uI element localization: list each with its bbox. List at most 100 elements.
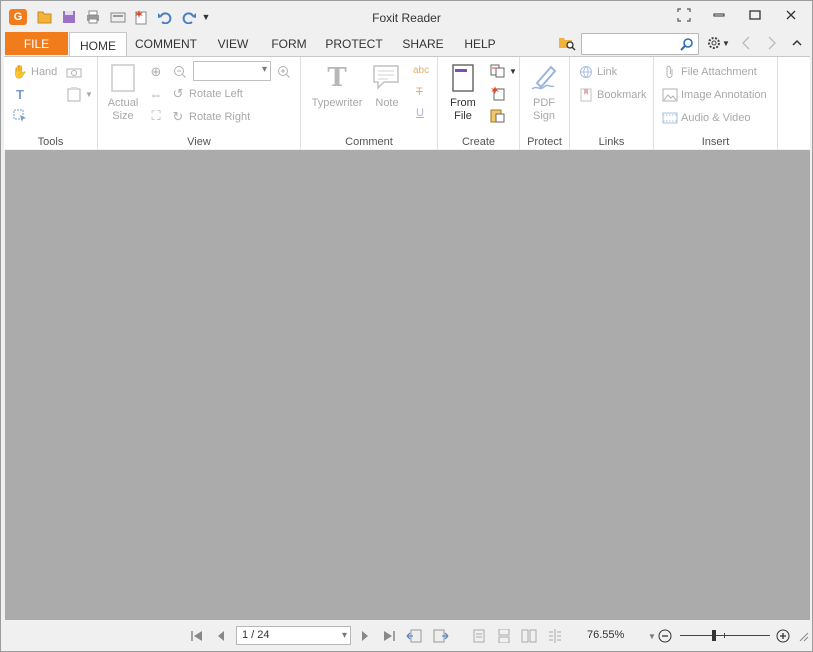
foxit-app-icon[interactable]: G — [9, 9, 27, 25]
tab-protect[interactable]: PROTECT — [321, 32, 387, 56]
search-icon[interactable] — [679, 36, 695, 52]
fit-page-button[interactable]: ⊕ — [148, 64, 167, 80]
last-page-icon[interactable] — [381, 628, 397, 644]
collapse-ribbon-icon[interactable] — [788, 35, 806, 51]
select-text-icon: T — [16, 86, 24, 102]
fullscreen-icon[interactable] — [671, 5, 697, 25]
settings-dropdown-icon[interactable]: ▼ — [721, 35, 731, 51]
group-tools-label: Tools — [37, 136, 64, 148]
next-page-icon[interactable] — [357, 628, 373, 644]
strikeout-button[interactable]: T — [416, 86, 423, 98]
fit-page-icon: ⊕ — [150, 64, 162, 79]
hand-icon: ✋ — [11, 64, 29, 79]
previous-view-icon[interactable] — [737, 35, 755, 51]
zoom-in-status-icon[interactable] — [775, 628, 791, 644]
first-page-icon[interactable] — [189, 628, 205, 644]
link-button[interactable]: Link — [578, 64, 617, 80]
convert-button[interactable]: ▼ — [490, 63, 517, 79]
rotate-left-button[interactable]: ↺ Rotate Left — [170, 86, 243, 102]
fit-width-button[interactable]: ⇔ — [148, 86, 167, 102]
ribbon-home: ✋ Hand T ▼ Tools Actual Size ⊕ ▾ ⇔ ↺ Rot… — [4, 56, 810, 150]
new-icon[interactable] — [132, 9, 150, 25]
print-icon[interactable] — [84, 9, 102, 25]
group-insert-label: Insert — [701, 136, 730, 148]
rotate-left-icon: ↺ — [172, 86, 184, 101]
rotate-right-button[interactable]: ↻ Rotate Right — [170, 109, 251, 125]
maximize-button[interactable] — [742, 5, 768, 25]
single-page-icon[interactable] — [471, 628, 487, 644]
select-text-button[interactable]: T — [12, 86, 31, 102]
page-number-field[interactable]: 1 / 24 — [236, 626, 351, 645]
hand-tool-button[interactable]: ✋ Hand — [12, 64, 57, 80]
pdf-sign-button[interactable]: PDF Sign — [526, 62, 562, 123]
bookmark-icon — [578, 87, 594, 103]
group-protect: PDF Sign Protect — [520, 57, 570, 150]
facing-page-icon[interactable] — [521, 628, 537, 644]
redo-icon[interactable] — [180, 9, 198, 25]
zoom-slider-track[interactable] — [680, 635, 770, 636]
from-file-button[interactable]: From File — [446, 62, 480, 123]
search-field[interactable] — [581, 33, 699, 55]
tab-help[interactable]: HELP — [459, 32, 501, 56]
note-label: Note — [375, 97, 399, 109]
fit-visible-button[interactable]: ⛶ — [148, 108, 167, 124]
camera-icon — [66, 64, 82, 80]
group-links-label: Links — [598, 136, 625, 148]
previous-view-status-icon[interactable] — [406, 628, 422, 644]
note-button[interactable]: Note — [369, 62, 405, 110]
undo-icon[interactable] — [156, 9, 174, 25]
select-annotation-button[interactable] — [12, 108, 31, 124]
image-annotation-button[interactable]: Image Annotation — [662, 87, 767, 103]
continuous-page-icon[interactable] — [496, 628, 512, 644]
zoom-out-button[interactable] — [172, 64, 191, 80]
previous-page-icon[interactable] — [213, 628, 229, 644]
tab-view[interactable]: VIEW — [210, 32, 256, 56]
convert-dropdown-icon[interactable]: ▼ — [509, 67, 517, 76]
zoom-combo[interactable] — [193, 61, 271, 81]
status-bar: 1 / 24 76.55% ▼ — [1, 620, 812, 651]
save-icon[interactable] — [60, 9, 78, 25]
zoom-out-status-icon[interactable] — [657, 628, 673, 644]
group-comment-label: Comment — [345, 136, 393, 148]
tab-comment[interactable]: COMMENT — [131, 32, 201, 56]
zoom-in-button[interactable] — [276, 64, 295, 80]
next-view-icon[interactable] — [763, 35, 781, 51]
typewriter-button[interactable]: T Typewriter — [309, 62, 365, 110]
paperclip-icon — [662, 64, 678, 80]
underline-button[interactable]: U — [416, 107, 424, 119]
rotate-left-label: Rotate Left — [189, 88, 243, 100]
file-attachment-button[interactable]: File Attachment — [662, 64, 757, 80]
actual-size-button[interactable]: Actual Size — [106, 62, 140, 123]
app-window: G ▼ Foxit Reader FILE HOME COMMENT VIEW … — [0, 0, 813, 652]
from-clipboard-button[interactable] — [490, 107, 509, 123]
pdf-sign-label: PDF Sign — [532, 97, 556, 122]
minimize-button[interactable] — [706, 5, 732, 25]
bookmark-button[interactable]: Bookmark — [578, 87, 647, 103]
convert-icon — [490, 63, 506, 79]
tab-form[interactable]: FORM — [266, 32, 312, 56]
resize-grip-icon[interactable] — [795, 628, 811, 644]
highlight-button[interactable]: abc — [413, 65, 429, 76]
blank-page-button[interactable] — [490, 85, 509, 101]
clipboard-dropdown-icon[interactable]: ▼ — [85, 90, 93, 99]
strikeout-icon: T — [416, 86, 423, 98]
zoom-slider-thumb[interactable] — [712, 630, 717, 641]
document-area[interactable] — [5, 150, 810, 620]
folder-search-icon[interactable] — [558, 35, 576, 51]
audio-video-button[interactable]: Audio & Video — [662, 110, 751, 126]
tab-home[interactable]: HOME — [69, 32, 127, 58]
continuous-facing-icon[interactable] — [547, 628, 563, 644]
customize-dropdown-icon[interactable]: ▼ — [200, 9, 212, 25]
clipboard-icon — [66, 86, 82, 102]
next-view-status-icon[interactable] — [433, 628, 449, 644]
group-links: Link Bookmark Links — [570, 57, 654, 150]
group-insert: File Attachment Image Annotation Audio &… — [654, 57, 778, 150]
tab-share[interactable]: SHARE — [397, 32, 449, 56]
tab-file[interactable]: FILE — [5, 32, 68, 55]
open-folder-icon[interactable] — [36, 9, 54, 25]
close-button[interactable] — [778, 5, 804, 25]
clipboard-button[interactable]: ▼ — [66, 86, 93, 102]
zoom-percentage[interactable]: 76.55% — [587, 629, 624, 641]
scan-icon[interactable] — [109, 9, 127, 25]
snapshot-button[interactable] — [66, 64, 85, 80]
